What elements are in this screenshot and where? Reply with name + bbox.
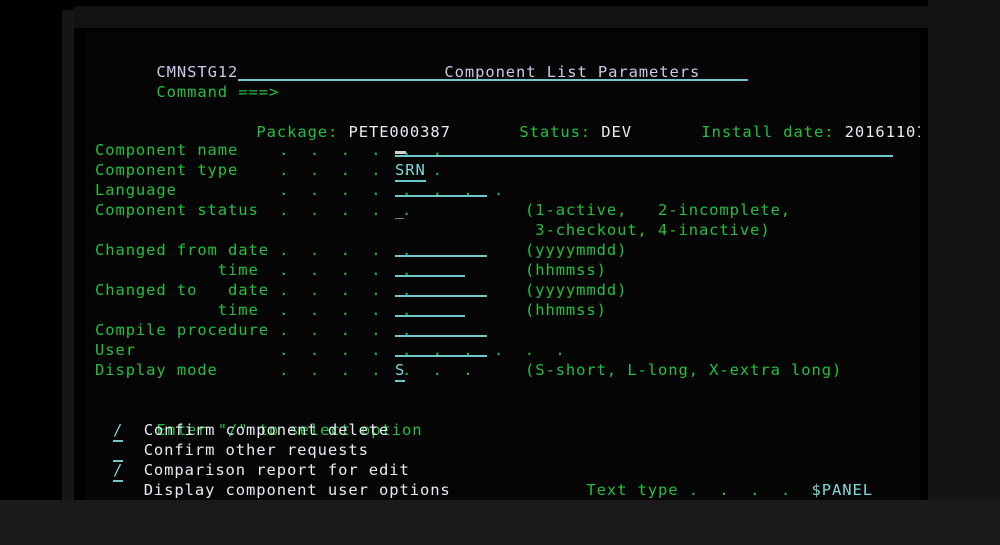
field-label: User . . . . . . . . . . bbox=[95, 341, 566, 359]
field-input[interactable]: _ bbox=[395, 200, 405, 220]
field-underline bbox=[395, 280, 487, 297]
field-label: time . . . . . bbox=[95, 301, 413, 319]
field-input[interactable] bbox=[395, 180, 487, 202]
field-underline bbox=[395, 300, 465, 317]
field-value: S bbox=[395, 361, 406, 382]
field-input[interactable] bbox=[395, 140, 893, 162]
option-label: Display component user options bbox=[143, 481, 451, 499]
field-underline bbox=[395, 240, 487, 257]
option-checkbox-checked[interactable]: / bbox=[113, 421, 124, 442]
command-label: Command ===> bbox=[156, 83, 280, 101]
field-underline bbox=[395, 260, 465, 277]
install-date-value: 20161101 bbox=[844, 123, 920, 141]
field-label: Compile procedure . . . . . bbox=[95, 321, 413, 339]
bezel-right bbox=[928, 0, 1000, 500]
field-label: time . . . . . bbox=[95, 261, 413, 279]
text-type-dots: . . . . bbox=[688, 481, 792, 499]
bezel-top bbox=[74, 6, 928, 28]
field-hint: (hhmmss) bbox=[525, 301, 607, 319]
field-hint: (yyyymmdd) bbox=[525, 281, 628, 299]
option-item[interactable]: Display component user options bbox=[113, 480, 451, 500]
option-checkbox-checked[interactable]: / bbox=[113, 461, 124, 482]
option-checkbox-unchecked[interactable] bbox=[113, 481, 124, 500]
option-label: Comparison report for edit bbox=[143, 461, 410, 479]
option-checkbox-unchecked[interactable] bbox=[113, 441, 124, 462]
field-label: Display mode . . . . . . . bbox=[95, 361, 474, 379]
option-gap bbox=[123, 461, 143, 479]
field-input[interactable] bbox=[395, 280, 487, 302]
field-label: Changed to date . . . . . bbox=[95, 281, 413, 299]
option-item[interactable]: / Confirm component delete bbox=[113, 420, 390, 442]
package-value: PETE000387 bbox=[348, 123, 451, 141]
status-value: DEV bbox=[601, 123, 632, 141]
status-label: Status: bbox=[519, 123, 592, 141]
page-title: Component List Parameters bbox=[383, 42, 700, 102]
field-input[interactable] bbox=[395, 320, 487, 342]
field-label: Changed from date . . . . . bbox=[95, 241, 413, 259]
bezel-left bbox=[62, 10, 74, 510]
field-underline bbox=[395, 180, 487, 197]
option-item[interactable]: Confirm other requests bbox=[113, 440, 369, 462]
field-hint: (S-short, L-long, X-extra long) bbox=[525, 361, 843, 379]
field-hint-continued: 3-checkout, 4-inactive) bbox=[525, 221, 771, 239]
text-type-label: Text type bbox=[586, 481, 679, 499]
terminal-screen: CMNSTG12 Component List Parameters Comma… bbox=[85, 32, 920, 500]
install-date-label: Install date: bbox=[701, 123, 835, 141]
field-input[interactable]: SRN bbox=[395, 160, 426, 182]
field-underline bbox=[395, 320, 487, 337]
option-gap bbox=[123, 421, 143, 439]
option-label: Confirm other requests bbox=[143, 441, 369, 459]
field-underline bbox=[395, 340, 487, 357]
field-hint: (1-active, 2-incomplete, bbox=[525, 201, 792, 219]
text-type-value: $PANEL bbox=[811, 481, 873, 499]
option-item[interactable]: / Comparison report for edit bbox=[113, 460, 410, 482]
field-hint: (hhmmss) bbox=[525, 261, 607, 279]
text-type-pad bbox=[873, 481, 904, 499]
field-input[interactable]: S bbox=[395, 360, 406, 382]
field-input[interactable] bbox=[395, 340, 487, 362]
text-type-field: Text type . . . . $PANEL bbox=[525, 460, 904, 500]
field-input[interactable] bbox=[395, 240, 487, 262]
text-type-input[interactable]: $PANEL bbox=[811, 481, 904, 500]
option-label: Confirm component delete bbox=[143, 421, 390, 439]
field-hint: (yyyymmdd) bbox=[525, 241, 628, 259]
field-underline bbox=[395, 140, 893, 157]
field-label: Component type . . . . . . bbox=[95, 161, 443, 179]
command-input[interactable] bbox=[238, 79, 748, 81]
field-value: _ bbox=[395, 201, 406, 219]
field-label: Component status . . . . . bbox=[95, 201, 413, 219]
terminal-window: CMNSTG12 Component List Parameters Comma… bbox=[0, 0, 1000, 545]
option-gap bbox=[123, 441, 143, 459]
field-input[interactable] bbox=[395, 300, 465, 322]
field-label: Component name . . . . . . bbox=[95, 141, 443, 159]
field-value: SRN bbox=[395, 161, 426, 182]
field-input[interactable] bbox=[395, 260, 465, 282]
package-label: Package: bbox=[256, 123, 339, 141]
bezel-bottom bbox=[0, 500, 1000, 545]
option-gap bbox=[123, 481, 143, 499]
